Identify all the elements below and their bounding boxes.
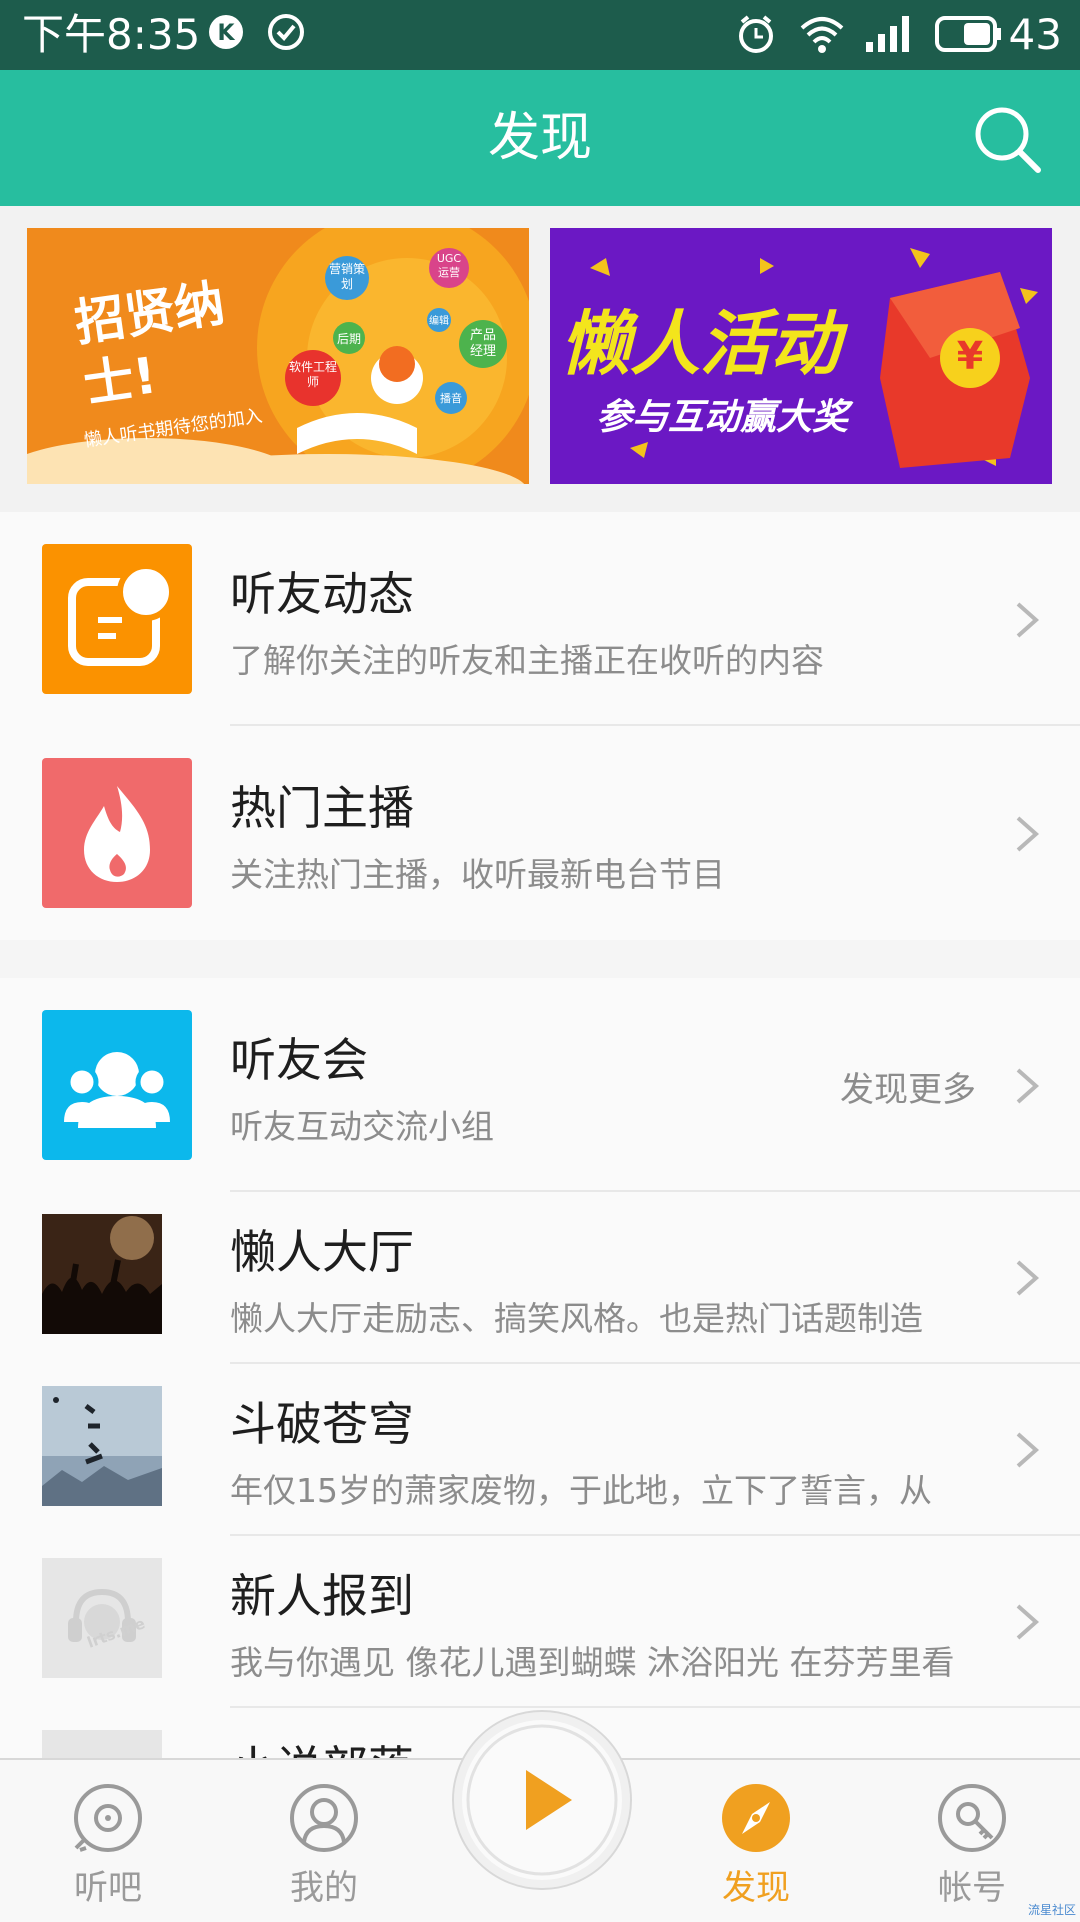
tab-label: 听吧	[74, 1868, 142, 1908]
play-icon	[466, 1724, 618, 1876]
signal-icon	[866, 16, 909, 52]
status-time: 下午8:35	[22, 10, 201, 59]
battery-icon	[935, 16, 1001, 52]
wifi-icon	[800, 17, 844, 53]
k-app-icon: K	[209, 15, 243, 49]
discover-section-groups: 听友会 听友互动交流小组 发现更多 懒人大厅 懒人大厅走励志、搞笑风格。也是热门…	[0, 978, 1080, 1758]
tab-discover[interactable]: 发现	[676, 1760, 836, 1922]
bubble-label: 营销策划	[328, 262, 365, 291]
account-key-icon	[938, 1784, 1006, 1852]
list-item-friend-feed[interactable]: 听友动态 了解你关注的听友和主播正在收听的内容	[0, 512, 1080, 726]
chevron-right-icon	[1016, 1432, 1040, 1468]
tab-label: 我的	[290, 1868, 358, 1908]
play-button[interactable]	[452, 1710, 632, 1890]
bubble-label: 产品经理	[469, 328, 496, 359]
bubble-label: UGC运营	[436, 252, 462, 279]
list-item-title: 听友会	[230, 1033, 368, 1087]
compass-icon	[722, 1784, 790, 1852]
banner-activity-coin: ¥	[956, 334, 984, 378]
svg-text:K: K	[217, 21, 235, 46]
banner-activity-headline: 懒人活动	[560, 303, 840, 385]
banner-activity[interactable]: 懒人活动 参与互动赢大奖 ¥	[550, 228, 1052, 484]
banner-recruit-headline: 招贤纳士!	[71, 274, 228, 414]
page-title: 发现	[487, 108, 592, 168]
chevron-right-icon	[1016, 1260, 1040, 1296]
list-item-title: 懒人大厅	[230, 1225, 414, 1279]
list-item-title: 听友动态	[230, 567, 414, 621]
bubble-label: 播音	[440, 392, 462, 405]
user-icon	[290, 1784, 358, 1852]
placeholder-logo-thumbnail: lrts.me	[42, 1558, 162, 1678]
status-bar: 下午8:35 K 43	[0, 0, 1080, 70]
tab-mine[interactable]: 我的	[244, 1760, 404, 1922]
app-bar: 发现	[0, 70, 1080, 206]
banner-activity-tagline: 参与互动赢大奖	[596, 397, 849, 438]
disc-icon	[74, 1784, 142, 1852]
banner-strip: 招贤纳士! 懒人听书期待您的加入 营销策划 UGC运营 编辑 后期 产品经理 软…	[0, 206, 1080, 512]
placeholder-logo-thumbnail	[42, 1730, 162, 1758]
chevron-right-icon	[1016, 1068, 1040, 1104]
list-item-lazy-hall[interactable]: 懒人大厅 懒人大厅走励志、搞笑风格。也是热门话题制造	[0, 1192, 1080, 1364]
feed-icon	[42, 544, 192, 694]
watermark-text: 流星社区	[1027, 1903, 1076, 1917]
alarm-icon	[739, 15, 773, 53]
list-item-title: 斗破苍穹	[230, 1397, 414, 1451]
list-item-listener-club[interactable]: 听友会 听友互动交流小组 发现更多	[0, 978, 1080, 1192]
tab-account[interactable]: 帐号	[892, 1760, 1052, 1922]
tab-label: 发现	[722, 1868, 790, 1908]
lazy-hall-thumbnail	[42, 1214, 162, 1334]
bubble-label: 编辑	[429, 316, 449, 327]
chevron-right-icon	[1016, 816, 1040, 852]
list-item-title: 新人报到	[230, 1569, 414, 1623]
list-item-subtitle: 关注热门主播，收听最新电台节目	[230, 855, 725, 894]
search-icon[interactable]	[972, 104, 1044, 176]
bubble-label: 后期	[336, 332, 361, 346]
banner-recruit[interactable]: 招贤纳士! 懒人听书期待您的加入 营销策划 UGC运营 编辑 后期 产品经理 软…	[27, 228, 529, 484]
list-item-newcomer-checkin[interactable]: lrts.me 新人报到 我与你遇见 像花儿遇到蝴蝶 沐浴阳光 在芬芳里看	[0, 1536, 1080, 1708]
discover-more-link[interactable]: 发现更多	[840, 1062, 976, 1111]
check-circle-icon	[268, 14, 304, 50]
chevron-right-icon	[1016, 1604, 1040, 1640]
list-item-subtitle: 了解你关注的听友和主播正在收听的内容	[230, 641, 824, 680]
discover-section-main: 听友动态 了解你关注的听友和主播正在收听的内容 热门主播 关注热门主播，收听最新…	[0, 512, 1080, 940]
tab-listen[interactable]: 听吧	[28, 1760, 188, 1922]
novel-cover-thumbnail	[42, 1386, 162, 1506]
group-icon	[42, 1010, 192, 1160]
chevron-right-icon	[1016, 602, 1040, 638]
list-item-subtitle: 懒人大厅走励志、搞笑风格。也是热门话题制造	[230, 1299, 923, 1338]
bubble-label: 软件工程师	[289, 360, 338, 389]
flame-icon	[42, 758, 192, 908]
list-item-subtitle: 我与你遇见 像花儿遇到蝴蝶 沐浴阳光 在芬芳里看	[230, 1643, 955, 1682]
list-item-title: 小说部落	[230, 1732, 414, 1758]
list-item-subtitle: 年仅15岁的萧家废物，于此地，立下了誓言，从	[230, 1471, 932, 1510]
battery-level: 43	[1008, 10, 1062, 59]
list-item-battle-through-heavens[interactable]: 斗破苍穹 年仅15岁的萧家废物，于此地，立下了誓言，从	[0, 1364, 1080, 1536]
list-item-title: 热门主播	[230, 781, 414, 835]
list-item-hot-hosts[interactable]: 热门主播 关注热门主播，收听最新电台节目	[0, 726, 1080, 940]
